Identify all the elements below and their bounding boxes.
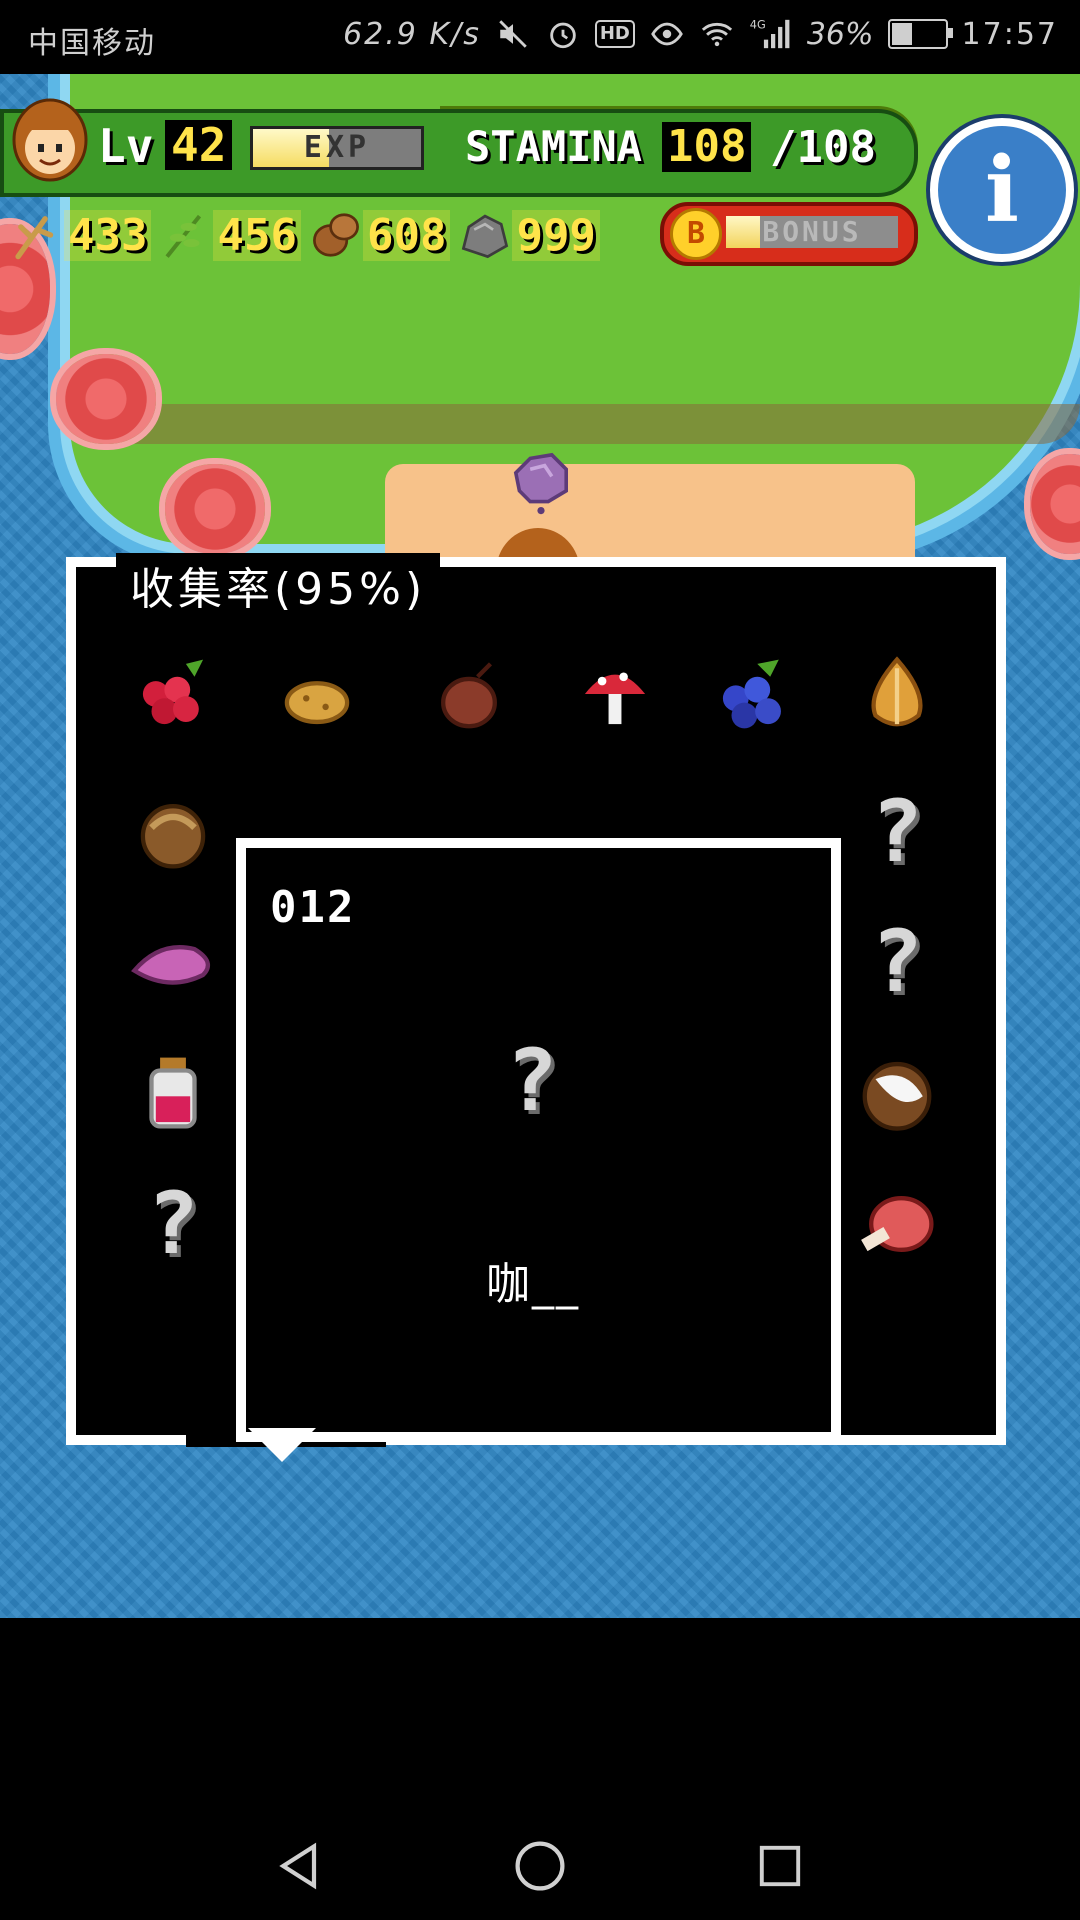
resource-bar: 433 456 608 999 — [10, 204, 608, 266]
item-name: 咖__ — [486, 1259, 580, 1310]
coral-reef — [1030, 454, 1080, 554]
status-bar: 中国移动 62.9 K/s HD 4G 36% 17:57 — [0, 0, 1080, 74]
collection-item-unknown[interactable]: ? — [852, 917, 942, 1007]
info-button[interactable]: i — [930, 118, 1074, 262]
island-cliff — [70, 404, 1080, 444]
unknown-icon: ? — [871, 912, 923, 1012]
bonus-label: BONUS — [762, 215, 862, 248]
resource-value: 999 — [512, 209, 600, 261]
signal-icon: 4G — [749, 16, 793, 52]
unknown-icon: ? — [506, 1031, 558, 1131]
status-icons: 62.9 K/s HD 4G 36% 17:57 — [343, 16, 1058, 52]
coral-reef — [165, 464, 265, 554]
home-button[interactable] — [500, 1826, 580, 1906]
collection-item[interactable] — [272, 649, 362, 739]
collection-item[interactable] — [128, 1047, 218, 1137]
collection-item[interactable] — [424, 649, 514, 739]
coconut-icon — [862, 1061, 932, 1131]
nut-icon — [313, 213, 359, 257]
home-icon — [515, 1841, 565, 1891]
level-label: Lv — [98, 119, 154, 173]
herb-icon — [166, 214, 202, 258]
coral-reef — [56, 354, 156, 444]
collection-item[interactable] — [128, 917, 218, 1007]
item-number: 012 — [270, 882, 356, 933]
clock: 17:57 — [961, 16, 1058, 52]
resource-value: 456 — [213, 209, 301, 261]
collection-item[interactable] — [852, 1179, 942, 1269]
hd-badge: HD — [594, 20, 635, 48]
jam-jar-icon — [149, 1057, 197, 1129]
eye-icon — [649, 16, 685, 52]
player-avatar[interactable] — [10, 94, 90, 190]
resource-branch: 433 — [10, 208, 152, 262]
collection-item[interactable] — [128, 649, 218, 739]
back-icon — [279, 1842, 317, 1890]
chestnut-icon — [441, 662, 497, 729]
battery-icon — [887, 19, 953, 49]
alarm-icon — [545, 16, 581, 52]
stamina-label: STAMINA — [465, 122, 643, 171]
stone-icon — [462, 214, 509, 259]
carrier-name: 中国移动 — [28, 26, 156, 61]
stamina-max: /108 — [770, 122, 876, 173]
raspberry-icon — [142, 659, 204, 725]
acorn-icon — [140, 804, 206, 869]
stamina-value: 108 — [662, 122, 752, 172]
recents-icon — [759, 1845, 801, 1887]
bonus-coin-icon: B — [670, 208, 722, 260]
meat-icon — [861, 1196, 934, 1252]
resource-nut: 608 — [309, 208, 451, 262]
net-speed: 62.9 K/s — [343, 16, 481, 52]
signal-type: 4G — [750, 17, 766, 31]
mute-icon — [495, 16, 531, 52]
collection-title: 收集率(95%) — [116, 553, 441, 617]
collection-item-unknown[interactable]: ? — [852, 787, 942, 877]
collection-item[interactable] — [128, 787, 218, 877]
detail-pointer — [248, 1428, 316, 1462]
collection-item[interactable] — [708, 649, 798, 739]
potato-icon — [284, 681, 350, 725]
resource-stone: 999 — [458, 208, 600, 262]
back-button[interactable] — [260, 1826, 340, 1906]
mushroom-icon — [584, 672, 646, 725]
info-icon: i — [984, 137, 1020, 243]
resource-herb: 456 — [159, 208, 301, 262]
branch-icon — [15, 216, 54, 260]
recents-button[interactable] — [740, 1826, 820, 1906]
sweet-potato-icon — [131, 945, 211, 985]
ore-bubble-icon — [513, 452, 568, 515]
collection-item-unknown[interactable]: ? — [128, 1179, 218, 1269]
exp-label: EXP — [303, 130, 371, 165]
exp-bar: EXP — [250, 126, 424, 170]
resource-value: 608 — [362, 209, 451, 261]
collection-item[interactable] — [852, 649, 942, 739]
battery-percent: 36% — [806, 16, 874, 52]
wifi-icon — [699, 16, 735, 52]
item-detail-panel: 012 ? 咖__ — [236, 838, 841, 1442]
bonus-track: BONUS — [726, 216, 898, 248]
level-value: 42 — [165, 120, 233, 170]
bonus-gauge[interactable]: B BONUS — [660, 202, 918, 266]
blueberry-icon — [722, 659, 781, 729]
resource-value: 433 — [64, 209, 152, 261]
unknown-icon: ? — [871, 782, 923, 882]
unknown-icon: ? — [147, 1174, 199, 1274]
collection-item[interactable] — [570, 649, 660, 739]
collection-item[interactable] — [852, 1047, 942, 1137]
onion-icon — [871, 656, 923, 727]
navigation-bar — [0, 1618, 1080, 1920]
